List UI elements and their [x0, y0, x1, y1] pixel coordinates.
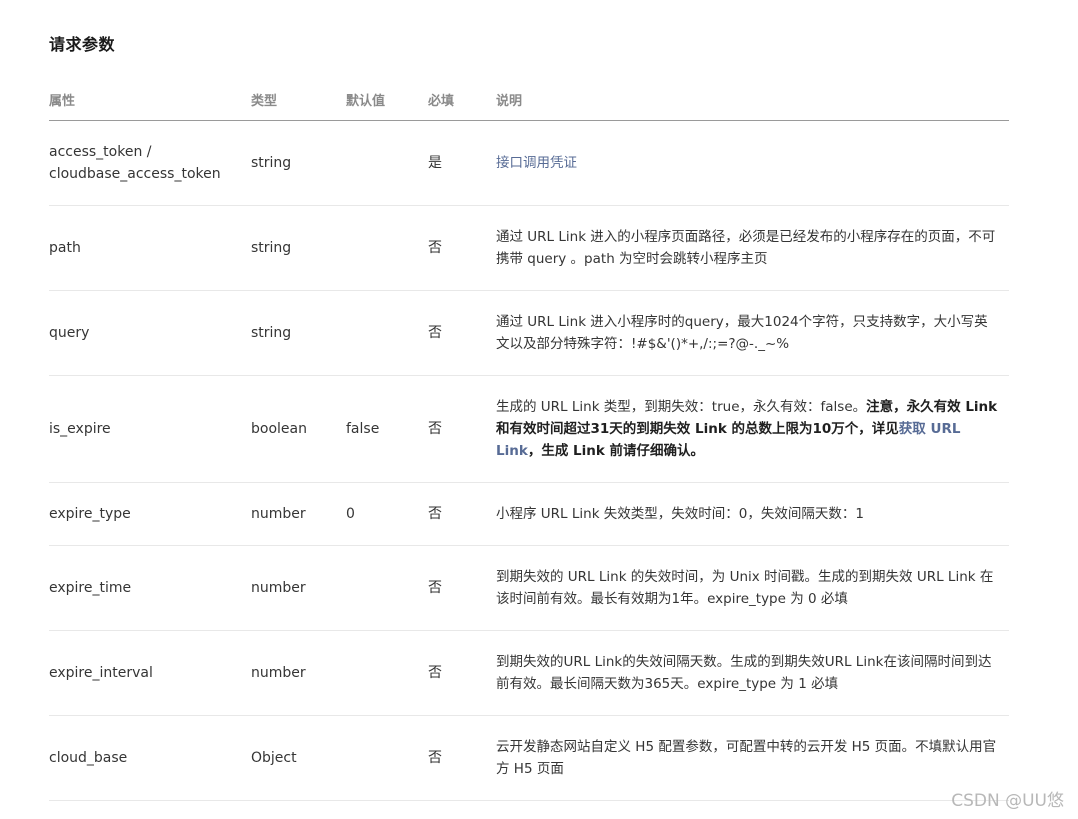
param-type: Object: [251, 715, 346, 801]
param-required: 否: [428, 630, 496, 716]
param-name: cloud_base: [49, 715, 251, 801]
header-required: 必填: [428, 78, 496, 121]
param-default: [346, 120, 428, 206]
param-default: [346, 290, 428, 376]
param-name: is_expire: [49, 375, 251, 483]
param-name: expire_interval: [49, 630, 251, 716]
param-type: string: [251, 290, 346, 376]
description-text: 到期失效的URL Link的失效间隔天数。生成的到期失效URL Link在该间隔…: [496, 654, 992, 692]
param-default: [346, 715, 428, 801]
description-text: 生成的 URL Link 类型，到期失效：true，永久有效：false。: [496, 399, 867, 415]
table-row: is_expire boolean false 否生成的 URL Link 类型，到期…: [49, 375, 1009, 483]
section-title: 请求参数: [49, 35, 116, 54]
table-row: access_token / cloudbase_access_token stri…: [49, 120, 1009, 206]
param-description: 生成的 URL Link 类型，到期失效：true，永久有效：false。注意，…: [496, 375, 1009, 483]
param-required: 否: [428, 545, 496, 631]
param-type: number: [251, 545, 346, 631]
param-type: string: [251, 120, 346, 206]
csdn-watermark: CSDN @UU悠: [951, 791, 1064, 811]
param-type: boolean: [251, 375, 346, 483]
description-text: 小程序 URL Link 失效类型，失效时间：0，失效间隔天数：1: [496, 506, 864, 522]
doc-link[interactable]: 接口调用凭证: [496, 155, 577, 171]
description-text: 通过 URL Link 进入小程序时的query，最大1024个字符，只支持数字…: [496, 314, 988, 352]
params-table: 属性 类型 默认值 必填 说明 access_token / cloudbase_…: [49, 78, 1009, 801]
param-required: 是: [428, 120, 496, 206]
param-name: access_token / cloudbase_access_token: [49, 120, 251, 206]
param-required: 否: [428, 205, 496, 291]
param-description: 接口调用凭证: [496, 120, 1009, 206]
param-type: number: [251, 482, 346, 546]
param-type: string: [251, 205, 346, 291]
param-default: [346, 630, 428, 716]
param-default: 0: [346, 482, 428, 546]
param-required: 否: [428, 715, 496, 801]
description-text: 通过 URL Link 进入的小程序页面路径，必须是已经发布的小程序存在的页面，…: [496, 229, 996, 267]
param-description: 小程序 URL Link 失效类型，失效时间：0，失效间隔天数：1: [496, 482, 1009, 546]
param-required: 否: [428, 290, 496, 376]
description-text: 云开发静态网站自定义 H5 配置参数，可配置中转的云开发 H5 页面。不填默认用…: [496, 739, 997, 777]
param-required: 否: [428, 482, 496, 546]
param-name: path: [49, 205, 251, 291]
param-default: [346, 545, 428, 631]
table-row: expire_type number 0 否小程序 URL Link 失效类型，失效时…: [49, 482, 1009, 546]
table-row: expire_interval number 否到期失效的URL Link的失效间隔…: [49, 630, 1009, 716]
param-description: 到期失效的 URL Link 的失效时间，为 Unix 时间戳。生成的到期失效 …: [496, 545, 1009, 631]
param-description: 到期失效的URL Link的失效间隔天数。生成的到期失效URL Link在该间隔…: [496, 630, 1009, 716]
description-text: 到期失效的 URL Link 的失效时间，为 Unix 时间戳。生成的到期失效 …: [496, 569, 994, 607]
param-name: query: [49, 290, 251, 376]
param-name: expire_time: [49, 545, 251, 631]
param-description: 通过 URL Link 进入的小程序页面路径，必须是已经发布的小程序存在的页面，…: [496, 205, 1009, 291]
param-description: 通过 URL Link 进入小程序时的query，最大1024个字符，只支持数字…: [496, 290, 1009, 376]
emphasis-text: ，生成 Link 前请仔细确认。: [527, 443, 705, 459]
table-row: cloud_base Object 否云开发静态网站自定义 H5 配置参数，可配置中…: [49, 715, 1009, 801]
param-description: 云开发静态网站自定义 H5 配置参数，可配置中转的云开发 H5 页面。不填默认用…: [496, 715, 1009, 801]
param-type: number: [251, 630, 346, 716]
param-required: 否: [428, 375, 496, 483]
header-description: 说明: [496, 78, 1009, 121]
param-default: [346, 205, 428, 291]
header-name: 属性: [49, 78, 251, 121]
param-name: expire_type: [49, 482, 251, 546]
table-row: query string 否通过 URL Link 进入小程序时的query，最大1…: [49, 290, 1009, 376]
table-body: access_token / cloudbase_access_token stri…: [49, 120, 1009, 801]
header-default: 默认值: [346, 78, 428, 121]
table-row: expire_time number 否到期失效的 URL Link 的失效时间，为…: [49, 545, 1009, 631]
header-type: 类型: [251, 78, 346, 121]
param-default: false: [346, 375, 428, 483]
table-row: path string 否通过 URL Link 进入的小程序页面路径，必须是已经发…: [49, 205, 1009, 291]
table-header-row: 属性 类型 默认值 必填 说明: [49, 78, 1009, 121]
